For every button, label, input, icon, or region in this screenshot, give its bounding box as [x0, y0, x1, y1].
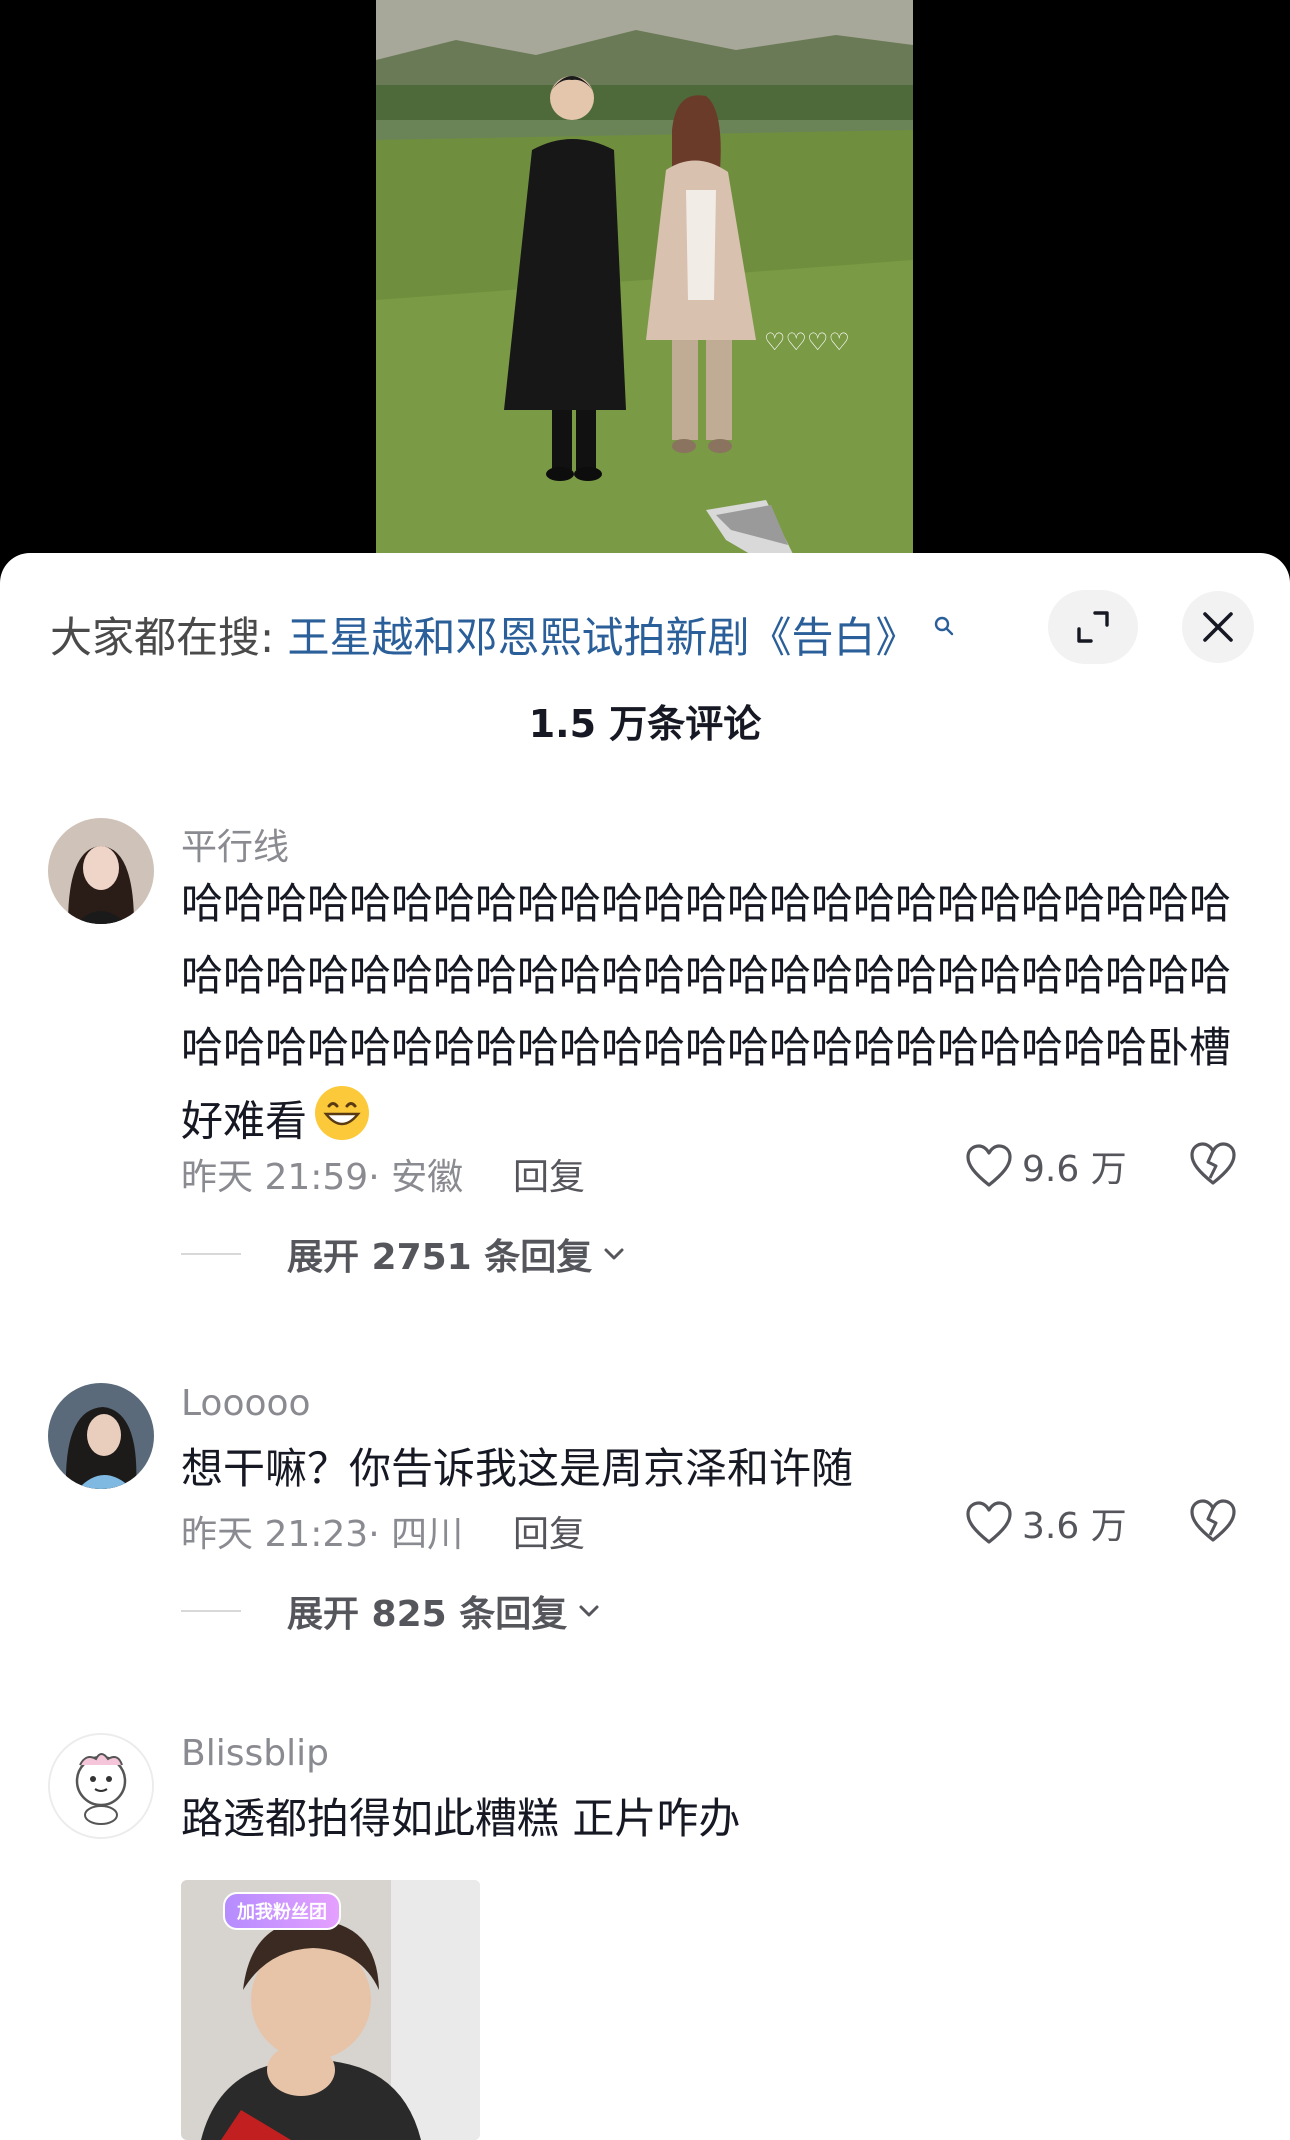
comment-time: 昨天 21:59 — [181, 1157, 369, 1198]
svg-text:♡♡♡♡: ♡♡♡♡ — [764, 328, 850, 356]
expand-replies[interactable]: 展开 825 条回复 — [181, 1585, 603, 1637]
divider — [181, 1253, 241, 1255]
comment-item: Looooo 想干嘛？你告诉我这是周京泽和许随 昨天 21:23· 四川 回复 … — [0, 1383, 1290, 1683]
broken-heart-icon — [1190, 1142, 1236, 1185]
close-icon — [1203, 612, 1233, 642]
comment-text: 路透都拍得如此糟糕 正片咋办 — [181, 1794, 741, 1843]
dislike-button[interactable] — [1188, 1497, 1238, 1549]
expand-replies-label: 展开 825 条回复 — [287, 1594, 568, 1635]
video-player[interactable]: ♡♡♡♡ — [0, 0, 1290, 580]
chevron-down-icon — [604, 1248, 624, 1260]
avatar[interactable] — [48, 1383, 154, 1489]
dislike-button[interactable] — [1188, 1140, 1238, 1192]
broken-heart-icon — [1190, 1499, 1236, 1542]
comment-image-sticker[interactable]: 加我粉丝团 — [181, 1880, 480, 2140]
comment-count: 1.5 万条评论 — [528, 702, 762, 746]
comment-location: · 安徽 — [368, 1157, 464, 1198]
search-icon — [933, 614, 955, 644]
like-button[interactable]: 9.6 万 — [964, 1140, 1127, 1192]
comment-item: Blissblip 路透都拍得如此糟糕 正片咋办 加我粉丝团 — [0, 1733, 1290, 2140]
expand-replies-label: 展开 2751 条回复 — [287, 1237, 593, 1278]
username[interactable]: Blissblip — [181, 1733, 329, 1774]
like-count: 3.6 万 — [1022, 1506, 1127, 1547]
comment-text: 想干嘛？你告诉我这是周京泽和许随 — [181, 1444, 854, 1493]
search-suggestion[interactable]: 大家都在搜: 王星越和邓恩熙试拍新剧《告白》 — [50, 599, 955, 668]
comment-sheet: 大家都在搜: 王星越和邓恩熙试拍新剧《告白》 1.5 万条评论 平行线 哈哈哈哈… — [0, 553, 1290, 2140]
comment-location: · 四川 — [368, 1514, 464, 1555]
like-button[interactable]: 3.6 万 — [964, 1497, 1127, 1549]
comment-meta: 昨天 21:59· 安徽 — [181, 1148, 463, 1200]
sheet-header: 大家都在搜: 王星越和邓恩熙试拍新剧《告白》 1.5 万条评论 — [0, 553, 1290, 753]
expand-button[interactable] — [1048, 590, 1138, 664]
divider — [181, 1610, 241, 1612]
comment-item: 平行线 哈哈哈哈哈哈哈哈哈哈哈哈哈哈哈哈哈哈哈哈哈哈哈哈哈哈哈哈哈哈哈哈哈哈哈哈… — [0, 818, 1290, 1278]
comment-time: 昨天 21:23 — [181, 1514, 369, 1555]
heart-icon — [966, 1144, 1012, 1187]
heart-icon — [966, 1501, 1012, 1544]
reply-button[interactable]: 回复 — [513, 1505, 585, 1557]
avatar[interactable] — [48, 1733, 154, 1839]
username[interactable]: Looooo — [181, 1383, 311, 1424]
search-prefix: 大家都在搜: — [50, 613, 275, 662]
username[interactable]: 平行线 — [181, 818, 289, 870]
reply-button[interactable]: 回复 — [513, 1148, 585, 1200]
expand-icon — [1077, 611, 1109, 643]
close-button[interactable] — [1182, 591, 1254, 663]
chevron-down-icon — [579, 1605, 599, 1617]
video-thumbnail[interactable]: ♡♡♡♡ — [376, 0, 913, 580]
avatar[interactable] — [48, 818, 154, 924]
sticker-badge: 加我粉丝团 — [223, 1892, 341, 1930]
search-query-link[interactable]: 王星越和邓恩熙试拍新剧《告白》 — [288, 613, 918, 662]
like-count: 9.6 万 — [1022, 1149, 1127, 1190]
comment-meta: 昨天 21:23· 四川 — [181, 1505, 463, 1557]
comment-text: 哈哈哈哈哈哈哈哈哈哈哈哈哈哈哈哈哈哈哈哈哈哈哈哈哈哈哈哈哈哈哈哈哈哈哈哈哈哈哈哈… — [181, 868, 1241, 1164]
expand-replies[interactable]: 展开 2751 条回复 — [181, 1228, 628, 1280]
